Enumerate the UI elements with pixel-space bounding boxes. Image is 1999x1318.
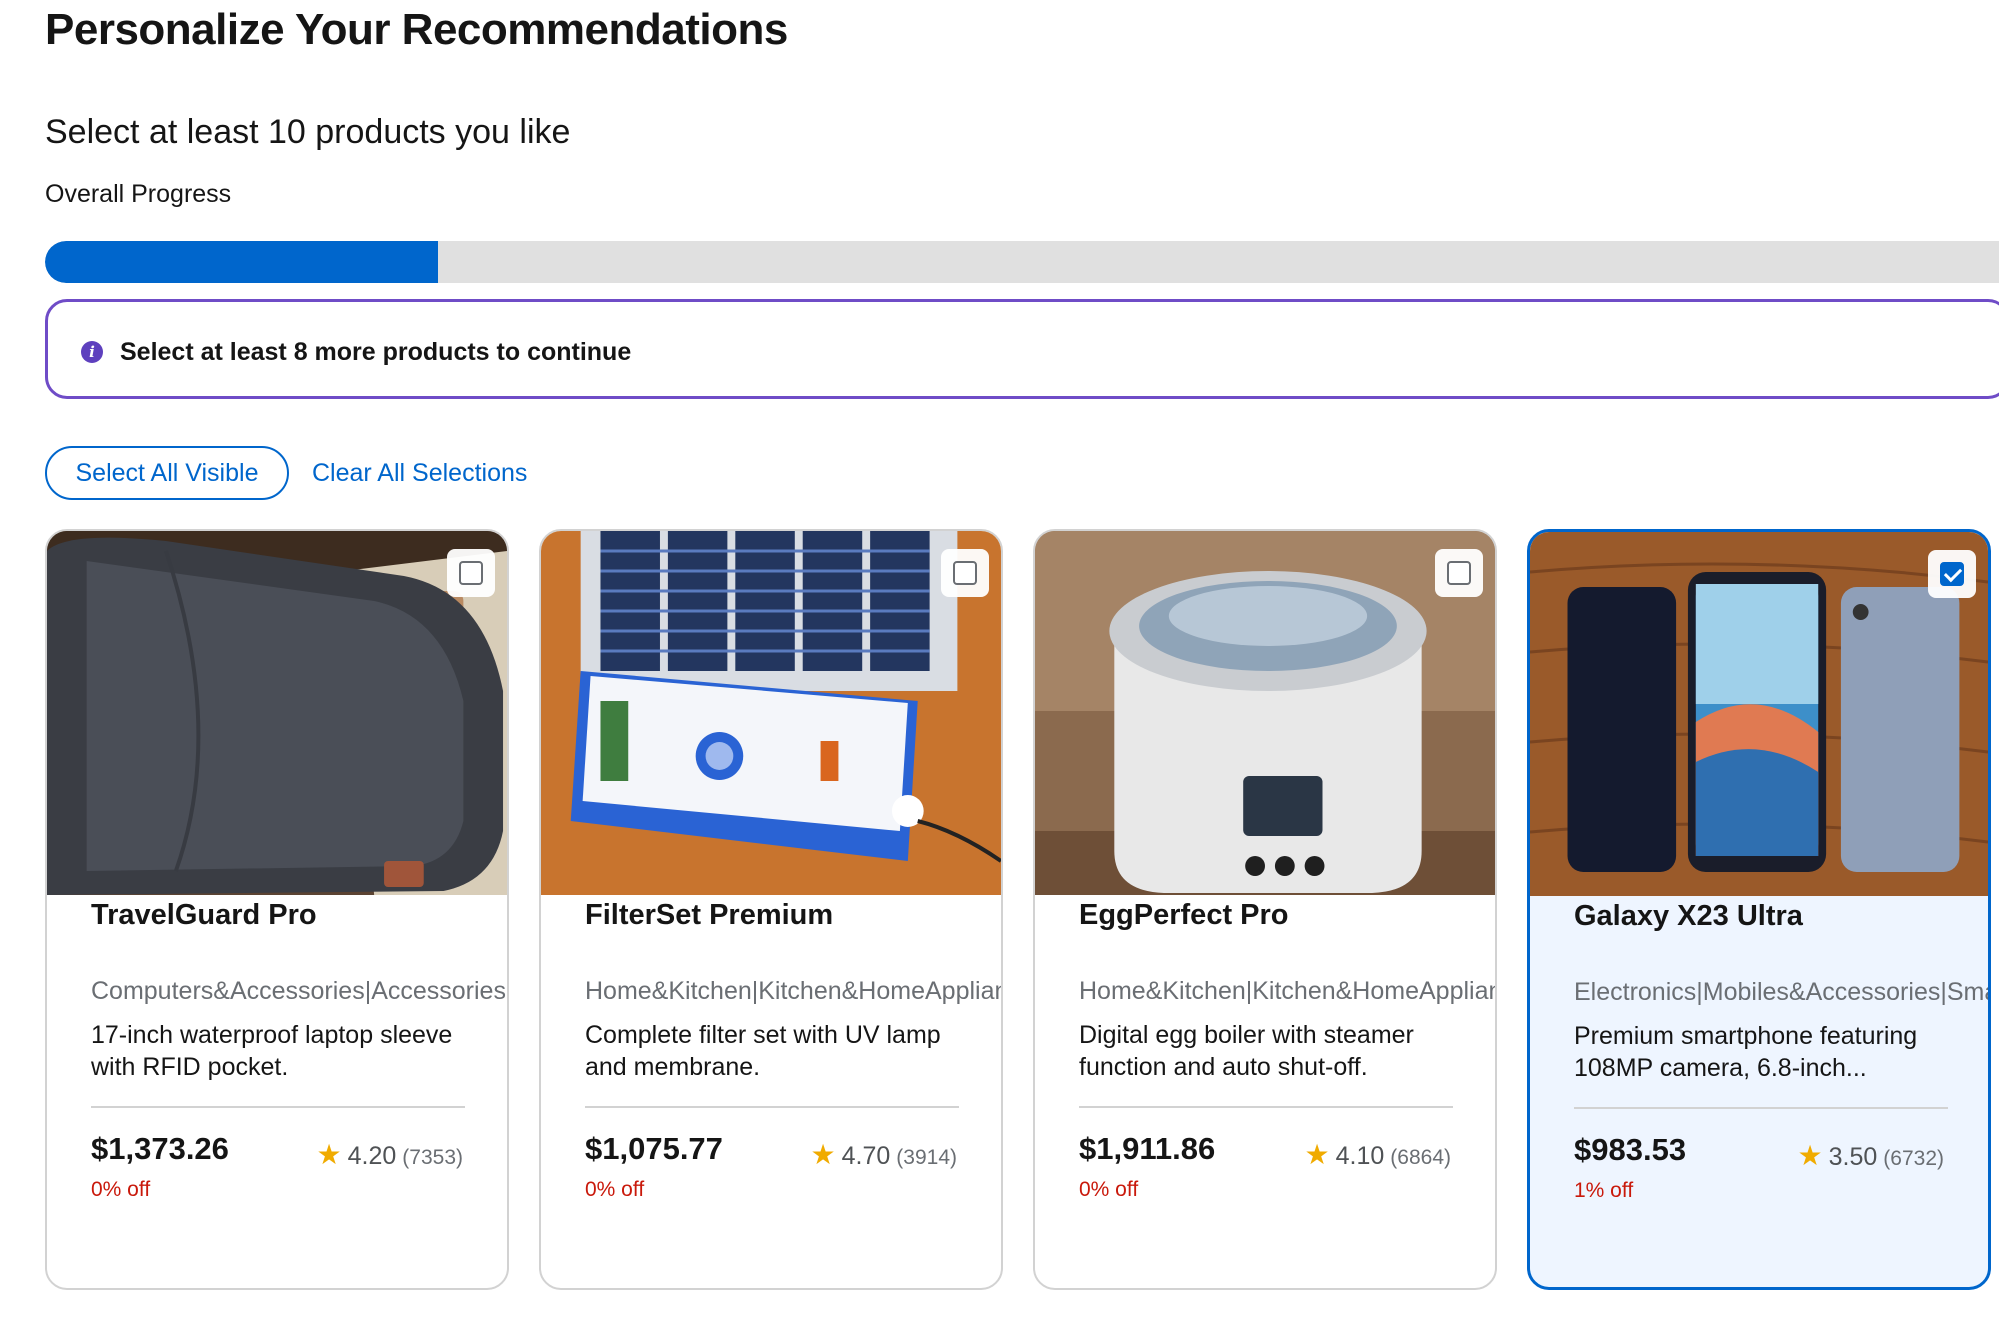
product-image-smartphone xyxy=(1530,532,1988,896)
review-count: (6864) xyxy=(1390,1146,1451,1169)
review-count: (6732) xyxy=(1883,1147,1944,1170)
product-description: Complete filter set with UV lamp and mem… xyxy=(585,1021,941,1081)
review-count: (3914) xyxy=(896,1146,957,1169)
product-discount: 0% off xyxy=(91,1178,151,1201)
rating-value: 4.70 xyxy=(841,1142,891,1170)
progress-label: Overall Progress xyxy=(45,180,232,208)
page-title: Personalize Your Recommendations xyxy=(45,5,788,54)
product-rating: ★ 3.50 (6732) xyxy=(1798,1138,1944,1177)
product-card[interactable]: TravelGuard Pro Computers&Accessories|Ac… xyxy=(45,529,509,1290)
star-icon: ★ xyxy=(810,1139,836,1170)
product-category: Home&Kitchen|Kitchen&HomeAppliances xyxy=(1079,977,1497,1005)
product-image-laptop-sleeve xyxy=(47,531,507,895)
rating-value: 4.20 xyxy=(347,1142,397,1170)
product-name: TravelGuard Pro xyxy=(91,899,317,931)
product-select-checkbox[interactable] xyxy=(941,549,989,597)
product-category: Electronics|Mobiles&Accessories|Smartpho… xyxy=(1574,978,1988,1006)
product-description: Premium smartphone featuring 108MP camer… xyxy=(1574,1022,1918,1082)
clear-all-selections-button[interactable]: Clear All Selections xyxy=(312,446,527,500)
checkbox-checked-icon xyxy=(1940,562,1964,586)
checkbox-icon xyxy=(1447,561,1471,585)
product-discount: 1% off xyxy=(1574,1179,1634,1202)
star-icon: ★ xyxy=(1797,1140,1823,1171)
rating-value: 4.10 xyxy=(1335,1142,1385,1170)
product-name: EggPerfect Pro xyxy=(1079,899,1289,931)
review-count: (7353) xyxy=(402,1146,463,1169)
product-description: 17-inch waterproof laptop sleeve with RF… xyxy=(91,1021,453,1081)
product-discount: 0% off xyxy=(585,1178,645,1201)
alert-message: Select at least 8 more products to conti… xyxy=(120,338,632,366)
product-image-filter-set xyxy=(541,531,1001,895)
info-alert: i Select at least 8 more products to con… xyxy=(45,299,1999,399)
product-card[interactable]: EggPerfect Pro Home&Kitchen|Kitchen&Home… xyxy=(1033,529,1497,1290)
progress-bar xyxy=(45,241,1999,283)
star-icon: ★ xyxy=(316,1139,342,1170)
card-divider xyxy=(1079,1106,1453,1108)
product-name: FilterSet Premium xyxy=(585,899,834,931)
product-category: Computers&Accessories|Accessories xyxy=(91,977,506,1005)
card-divider xyxy=(91,1106,465,1108)
product-card[interactable]: FilterSet Premium Home&Kitchen|Kitchen&H… xyxy=(539,529,1003,1290)
checkbox-icon xyxy=(459,561,483,585)
product-image-egg-boiler xyxy=(1035,531,1495,895)
card-divider xyxy=(1574,1107,1948,1109)
info-icon: i xyxy=(81,341,103,363)
product-rating: ★ 4.20 (7353) xyxy=(317,1137,463,1176)
star-icon: ★ xyxy=(1304,1139,1330,1170)
product-rating: ★ 4.10 (6864) xyxy=(1305,1137,1451,1176)
product-price: $1,911.86 xyxy=(1079,1131,1216,1166)
product-discount: 0% off xyxy=(1079,1178,1139,1201)
page-subtitle: Select at least 10 products you like xyxy=(45,113,571,151)
product-select-checkbox[interactable] xyxy=(447,549,495,597)
card-divider xyxy=(585,1106,959,1108)
product-price: $1,373.26 xyxy=(91,1131,229,1166)
product-price: $1,075.77 xyxy=(585,1131,723,1166)
product-description: Digital egg boiler with steamer function… xyxy=(1079,1021,1414,1081)
checkbox-icon xyxy=(953,561,977,585)
select-all-visible-button[interactable]: Select All Visible xyxy=(45,446,289,500)
product-select-checkbox[interactable] xyxy=(1928,550,1976,598)
rating-value: 3.50 xyxy=(1828,1143,1878,1171)
product-category: Home&Kitchen|Kitchen&HomeAppliances xyxy=(585,977,1003,1005)
product-name: Galaxy X23 Ultra xyxy=(1574,900,1803,932)
product-rating: ★ 4.70 (3914) xyxy=(811,1137,957,1176)
product-card[interactable]: Galaxy X23 Ultra Electronics|Mobiles&Acc… xyxy=(1527,529,1991,1290)
product-select-checkbox[interactable] xyxy=(1435,549,1483,597)
progress-bar-fill xyxy=(45,241,438,283)
product-price: $983.53 xyxy=(1574,1132,1687,1167)
